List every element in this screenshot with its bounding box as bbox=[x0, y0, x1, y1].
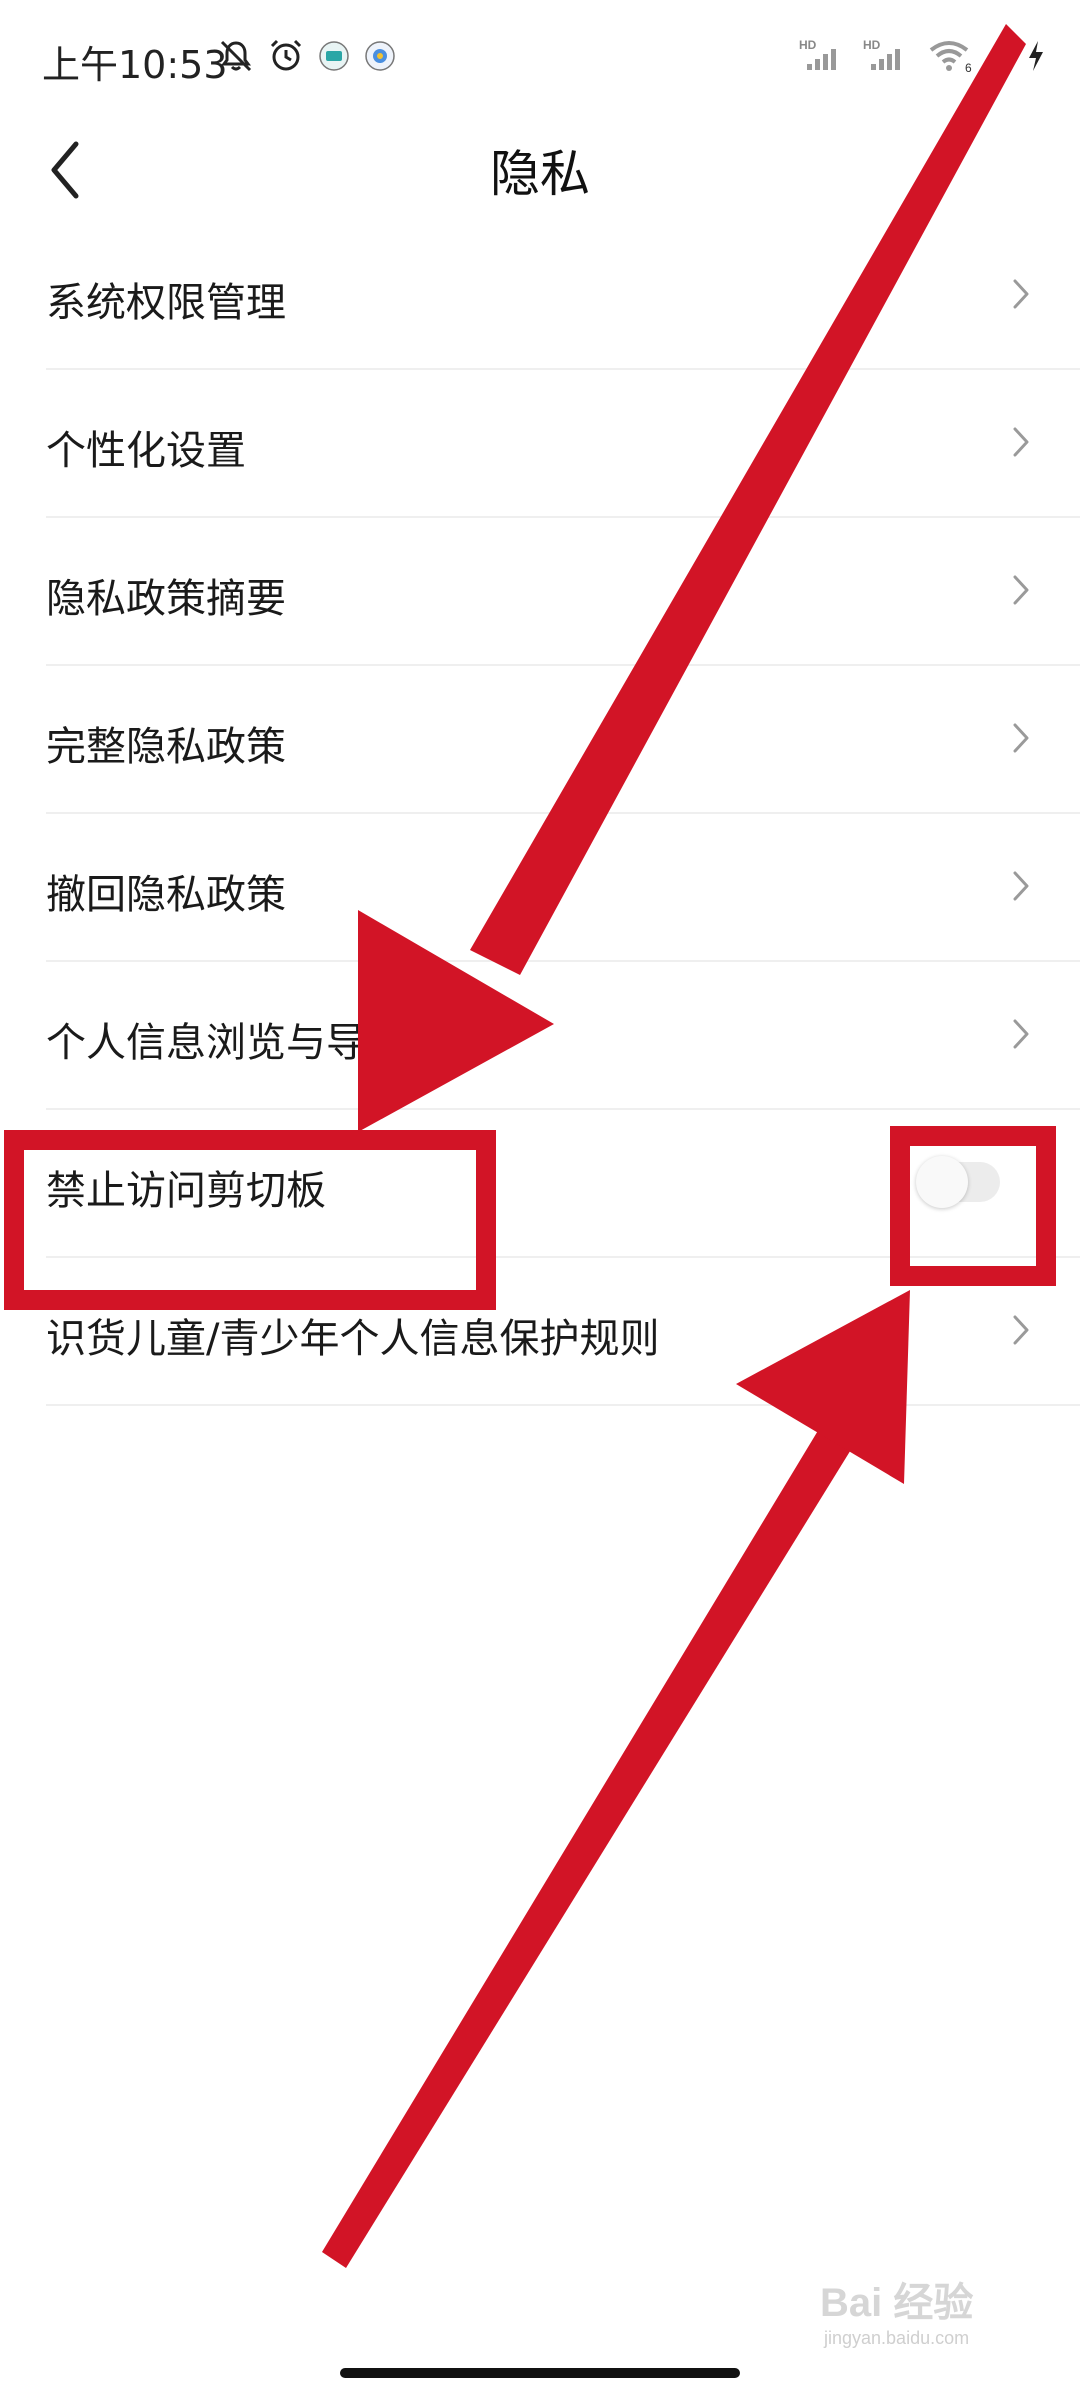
signal-hd-label: HD bbox=[799, 38, 817, 52]
arrow-shaft-up bbox=[322, 1424, 852, 2268]
signal-hd-icon: HD bbox=[799, 38, 845, 74]
settings-item-block-clipboard: 禁止访问剪切板 bbox=[0, 1110, 1080, 1258]
chevron-right-icon bbox=[1013, 575, 1029, 605]
settings-item-full-privacy-policy[interactable]: 完整隐私政策 bbox=[0, 666, 1080, 814]
battery-text: 3 bbox=[992, 42, 1008, 70]
settings-item-system-permissions[interactable]: 系统权限管理 bbox=[0, 222, 1080, 370]
chevron-right-icon bbox=[1013, 1315, 1029, 1345]
toggle-knob bbox=[916, 1156, 968, 1208]
app-notification-icon-2 bbox=[364, 40, 396, 72]
app-notification-icon bbox=[318, 40, 350, 72]
settings-item-label: 个性化设置 bbox=[46, 428, 246, 474]
settings-item-label: 识货儿童/青少年个人信息保护规则 bbox=[46, 1316, 660, 1362]
charging-icon bbox=[1026, 39, 1046, 73]
settings-item-label: 禁止访问剪切板 bbox=[46, 1168, 326, 1214]
watermark-url: jingyan.baidu.com bbox=[824, 2328, 970, 2348]
settings-item-label: 系统权限管理 bbox=[46, 280, 286, 326]
status-time: 上午10:53 bbox=[42, 43, 228, 87]
wifi-badge: 6 bbox=[965, 61, 972, 74]
watermark: Bai 经验 jingyan.baidu.com bbox=[820, 2270, 1050, 2360]
chevron-right-icon bbox=[1013, 1019, 1029, 1049]
block-clipboard-toggle[interactable] bbox=[916, 1156, 1000, 1208]
settings-item-label: 个人信息浏览与导出 bbox=[46, 1020, 406, 1066]
chevron-right-icon bbox=[1013, 427, 1029, 457]
watermark-brand: Bai 经验 bbox=[820, 2281, 974, 2325]
alarm-icon bbox=[268, 38, 304, 74]
signal-hd-icon-2: HD bbox=[863, 38, 909, 74]
settings-item-label: 撤回隐私政策 bbox=[46, 872, 286, 918]
home-indicator[interactable] bbox=[340, 2368, 740, 2378]
settings-item-child-protection-rules[interactable]: 识货儿童/青少年个人信息保护规则 bbox=[0, 1258, 1080, 1406]
settings-item-label: 完整隐私政策 bbox=[46, 724, 286, 770]
chevron-right-icon bbox=[1013, 279, 1029, 309]
settings-item-personal-info-export[interactable]: 个人信息浏览与导出 bbox=[0, 962, 1080, 1110]
settings-item-withdraw-privacy-policy[interactable]: 撤回隐私政策 bbox=[0, 814, 1080, 962]
signal-hd-label-2: HD bbox=[863, 38, 881, 52]
page-title: 隐私 bbox=[490, 145, 590, 203]
chevron-right-icon bbox=[1013, 871, 1029, 901]
settings-item-label: 隐私政策摘要 bbox=[46, 576, 286, 622]
status-icons-left bbox=[218, 38, 396, 74]
status-icons-right: HD HD 6 3 bbox=[799, 38, 1046, 74]
divider bbox=[46, 1404, 1080, 1406]
settings-item-privacy-summary[interactable]: 隐私政策摘要 bbox=[0, 518, 1080, 666]
mute-icon bbox=[218, 38, 254, 74]
status-bar: 上午10:53 HD HD 6 3 bbox=[0, 0, 1080, 120]
chevron-right-icon bbox=[1013, 723, 1029, 753]
wifi-icon: 6 bbox=[927, 38, 975, 74]
settings-item-personalization[interactable]: 个性化设置 bbox=[0, 370, 1080, 518]
settings-list: 系统权限管理 个性化设置 隐私政策摘要 完整隐私政策 撤回隐私政策 个人信息浏览… bbox=[0, 222, 1080, 1406]
